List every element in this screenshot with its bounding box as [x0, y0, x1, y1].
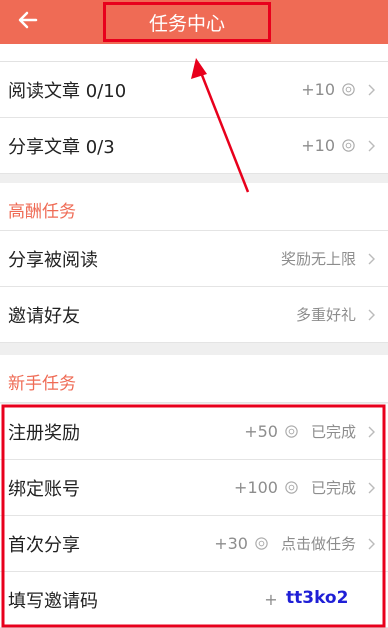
task-row-invite-friends[interactable]: 邀请好友 多重好礼 — [0, 287, 388, 343]
task-row-share-read[interactable]: 分享被阅读 奖励无上限 — [0, 231, 388, 287]
task-status: 已完成 — [310, 479, 356, 497]
task-label: 阅读文章 0/10 — [8, 80, 127, 102]
reward-points: +100 — [234, 478, 278, 497]
section-title: 新手任务 — [8, 374, 76, 394]
task-label: 分享文章 0/3 — [8, 136, 115, 158]
task-label: 注册奖励 — [8, 422, 80, 444]
task-right: +30 点击做任务 — [214, 533, 376, 554]
coin-icon — [255, 537, 268, 550]
coin-icon — [285, 481, 298, 494]
chevron-right-icon — [368, 253, 375, 264]
coin-icon — [342, 139, 355, 152]
chevron-right-icon — [368, 84, 375, 95]
task-label: 分享被阅读 — [8, 249, 98, 271]
section-header-newbie: 新手任务 — [0, 355, 388, 403]
section-header-high-reward: 高酬任务 — [0, 183, 388, 231]
task-right: +100 已完成 — [234, 477, 376, 498]
section-title: 高酬任务 — [8, 202, 76, 222]
reward-points: +10 — [301, 136, 335, 155]
chevron-right-icon — [368, 538, 375, 549]
task-label: 填写邀请码 — [8, 590, 98, 612]
task-label: 首次分享 — [8, 534, 80, 556]
chevron-right-icon — [368, 309, 375, 320]
task-row-bind-account[interactable]: 绑定账号 +100 已完成 — [0, 460, 388, 516]
task-status: 点击做任务 — [280, 535, 356, 553]
task-status: 奖励无上限 — [280, 250, 356, 268]
task-right: 奖励无上限 — [275, 248, 376, 269]
task-right: 多重好礼 — [290, 304, 376, 325]
task-right: +10 — [301, 80, 376, 99]
page-title: 任务中心 — [148, 12, 225, 35]
task-row-register[interactable]: 注册奖励 +50 已完成 — [0, 404, 388, 460]
task-right: +50 已完成 — [244, 421, 376, 442]
task-row-share-article[interactable]: 分享文章 0/3 +10 — [0, 118, 388, 174]
task-label: 邀请好友 — [8, 305, 80, 327]
reward-points: +50 — [244, 422, 278, 441]
coin-icon — [342, 83, 355, 96]
scroll-top-strip — [0, 44, 388, 62]
task-row-read-article[interactable]: 阅读文章 0/10 +10 — [0, 62, 388, 118]
header-bar: 任务中心 — [0, 0, 388, 44]
reward-points: +30 — [214, 534, 248, 553]
task-status: 多重好礼 — [295, 306, 356, 324]
watermark-text: tt3ko2 — [286, 588, 349, 608]
title-highlight-box: 任务中心 — [103, 2, 271, 42]
chevron-right-icon — [368, 140, 375, 151]
back-arrow-icon[interactable] — [16, 8, 40, 32]
coin-icon — [285, 425, 298, 438]
chevron-right-icon — [368, 426, 375, 437]
task-label: 绑定账号 — [8, 478, 80, 500]
reward-points: +10 — [301, 80, 335, 99]
task-row-first-share[interactable]: 首次分享 +30 点击做任务 — [0, 516, 388, 572]
task-status: 已完成 — [310, 423, 356, 441]
task-right: +10 — [301, 136, 376, 155]
chevron-right-icon — [368, 482, 375, 493]
